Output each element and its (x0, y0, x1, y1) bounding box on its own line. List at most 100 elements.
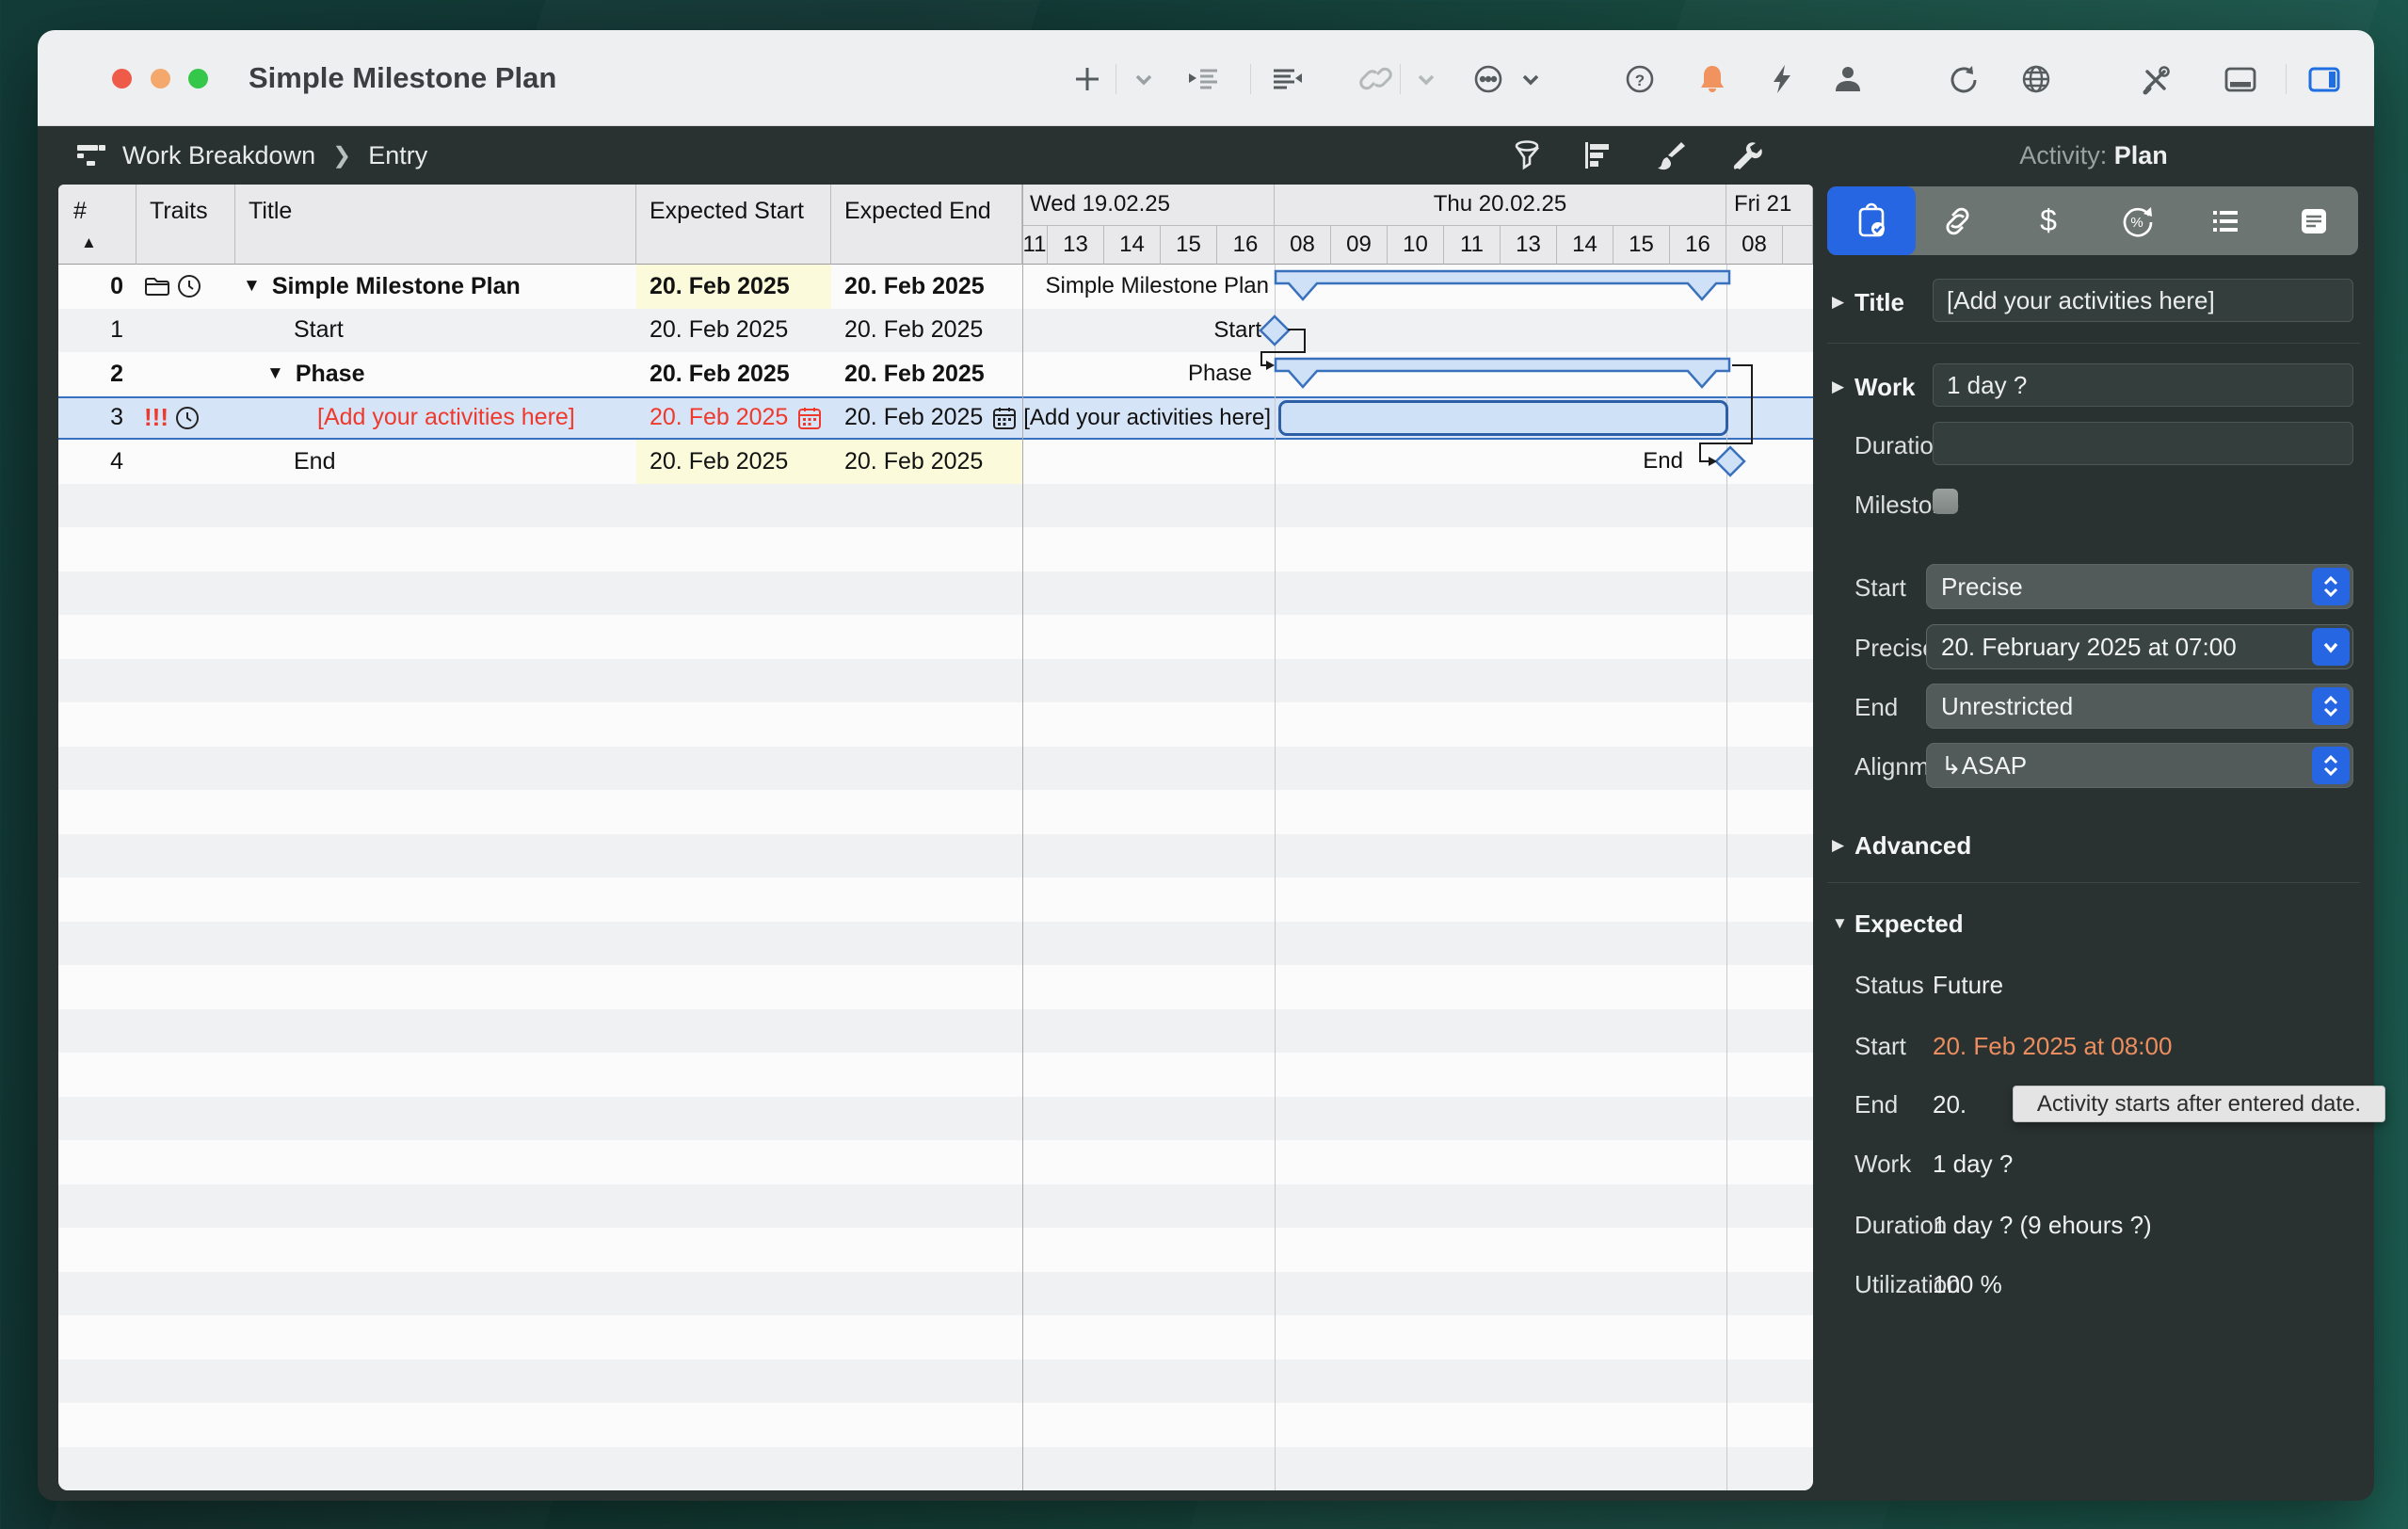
section-expected[interactable]: Expected (1854, 909, 1964, 939)
row-title[interactable]: End (235, 440, 636, 484)
web-globe-icon[interactable] (2018, 61, 2054, 97)
empty-row[interactable] (58, 1140, 1813, 1184)
empty-row[interactable] (58, 1272, 1813, 1316)
tools-icon[interactable] (2139, 61, 2175, 97)
tab-cost[interactable]: $ (2004, 186, 2093, 255)
column-header-expected-start[interactable]: Expected Start (636, 185, 831, 265)
indent-icon[interactable] (1185, 61, 1221, 97)
end-constraint-select[interactable]: Unrestricted (1926, 684, 2353, 729)
tab-note[interactable] (2270, 186, 2358, 255)
empty-row[interactable] (58, 1053, 1813, 1097)
calendar-icon[interactable] (992, 406, 1017, 430)
precise-date-combo[interactable]: 20. February 2025 at 07:00 (1926, 624, 2353, 669)
tab-activity[interactable] (1827, 186, 1916, 255)
column-header-num[interactable]: # ▲ (58, 185, 136, 265)
breadcrumb[interactable]: Work Breakdown ❯ Entry (75, 126, 427, 185)
table-row[interactable]: 2 ▼ Phase 20. Feb 2025 20. Feb 2025 (58, 352, 1813, 396)
style-bars-icon[interactable] (1581, 138, 1615, 172)
empty-row[interactable] (58, 922, 1813, 966)
user-icon[interactable] (1830, 61, 1866, 97)
empty-row[interactable] (58, 1097, 1813, 1141)
row-title[interactable]: ▼ Simple Milestone Plan (235, 265, 636, 309)
empty-row[interactable] (58, 615, 1813, 659)
notifications-bell-icon[interactable] (1694, 61, 1730, 97)
work-disclosure-icon[interactable]: ▶ (1832, 378, 1844, 396)
more-chevron-icon[interactable] (1513, 61, 1549, 97)
help-icon[interactable]: ? (1622, 61, 1658, 97)
breadcrumb-root[interactable]: Work Breakdown (122, 141, 315, 170)
collapse-icon[interactable]: ▼ (243, 276, 261, 297)
sync-icon[interactable] (1945, 61, 1981, 97)
close-window-button[interactable] (112, 69, 132, 89)
minimize-window-button[interactable] (151, 69, 170, 89)
empty-row[interactable] (58, 1228, 1813, 1272)
collapse-icon[interactable]: ▼ (266, 363, 284, 384)
row-expected-end[interactable]: 20. Feb 2025 (831, 352, 1022, 396)
bottom-panel-icon[interactable] (2223, 61, 2258, 97)
right-panel-icon[interactable] (2306, 61, 2342, 97)
empty-row[interactable] (58, 1184, 1813, 1229)
outdent-icon[interactable] (1270, 61, 1306, 97)
empty-row[interactable] (58, 965, 1813, 1009)
table-row-selected[interactable]: 3 !!! [Add your activities here] 20. Feb… (58, 396, 1813, 441)
stepper-chevrons-icon[interactable] (2312, 568, 2350, 605)
title-disclosure-icon[interactable]: ▶ (1832, 293, 1844, 312)
empty-row[interactable] (58, 484, 1813, 528)
alignment-select[interactable]: ↳ASAP (1926, 743, 2353, 788)
table-row[interactable]: 1 Start 20. Feb 2025 20. Feb 2025 (58, 309, 1813, 353)
section-advanced[interactable]: Advanced (1854, 831, 1971, 861)
row-expected-end[interactable]: 20. Feb 2025 (831, 440, 1022, 484)
empty-row[interactable] (58, 877, 1813, 922)
milestone-checkbox[interactable] (1933, 489, 1958, 514)
settings-wrench-icon[interactable] (1728, 138, 1762, 172)
row-expected-end[interactable]: 20. Feb 2025 (831, 265, 1022, 309)
work-input[interactable]: 1 day ? (1933, 363, 2353, 407)
more-ellipsis-icon[interactable] (1470, 61, 1506, 97)
breadcrumb-current[interactable]: Entry (368, 141, 427, 170)
empty-row[interactable] (58, 1360, 1813, 1404)
row-expected-start[interactable]: 20. Feb 2025 (636, 352, 831, 396)
tab-progress[interactable]: % (2093, 186, 2181, 255)
empty-row[interactable] (58, 1447, 1813, 1491)
row-expected-end[interactable]: 20. Feb 2025 (831, 398, 1022, 439)
table-row[interactable]: 0 ▼ Simple Milestone Plan 20. Feb 2025 2… (58, 265, 1813, 309)
format-brush-icon[interactable] (1655, 138, 1689, 172)
column-header-expected-end[interactable]: Expected End (831, 185, 1022, 265)
row-title[interactable]: [Add your activities here] (235, 398, 636, 439)
empty-row[interactable] (58, 659, 1813, 703)
empty-row[interactable] (58, 527, 1813, 571)
empty-row[interactable] (58, 1403, 1813, 1447)
quick-actions-bolt-icon[interactable] (1764, 61, 1800, 97)
add-icon[interactable] (1069, 61, 1105, 97)
start-constraint-select[interactable]: Precise (1926, 564, 2353, 609)
stepper-chevrons-icon[interactable] (2312, 747, 2350, 784)
zoom-window-button[interactable] (188, 69, 208, 89)
empty-row[interactable] (58, 834, 1813, 878)
row-title[interactable]: ▼ Phase (235, 352, 636, 396)
table-row[interactable]: 4 End 20. Feb 2025 20. Feb 2025 (58, 440, 1813, 484)
empty-row[interactable] (58, 1315, 1813, 1360)
column-header-title[interactable]: Title (235, 185, 636, 265)
filter-funnel-icon[interactable] (1511, 138, 1545, 172)
column-header-traits[interactable]: Traits (136, 185, 235, 265)
calendar-icon[interactable] (797, 406, 822, 430)
row-title[interactable]: Start (235, 309, 636, 353)
row-expected-end[interactable]: 20. Feb 2025 (831, 309, 1022, 353)
empty-row[interactable] (58, 747, 1813, 791)
expected-disclosure-icon[interactable]: ▼ (1832, 914, 1848, 933)
stepper-chevrons-icon[interactable] (2312, 687, 2350, 725)
add-options-chevron-icon[interactable] (1126, 61, 1162, 97)
tab-links[interactable] (1916, 186, 2004, 255)
tab-checklist[interactable] (2181, 186, 2270, 255)
empty-row[interactable] (58, 571, 1813, 616)
title-input[interactable]: [Add your activities here] (1933, 279, 2353, 322)
row-expected-start[interactable]: 20. Feb 2025 (636, 265, 831, 309)
row-expected-start[interactable]: 20. Feb 2025 (636, 309, 831, 353)
row-expected-start[interactable]: 20. Feb 2025 (636, 398, 831, 439)
duration-input[interactable] (1933, 422, 2353, 465)
empty-row[interactable] (58, 1009, 1813, 1054)
empty-row[interactable] (58, 702, 1813, 747)
chevron-down-icon[interactable] (2312, 628, 2350, 666)
advanced-disclosure-icon[interactable]: ▶ (1832, 836, 1844, 855)
empty-row[interactable] (58, 790, 1813, 834)
